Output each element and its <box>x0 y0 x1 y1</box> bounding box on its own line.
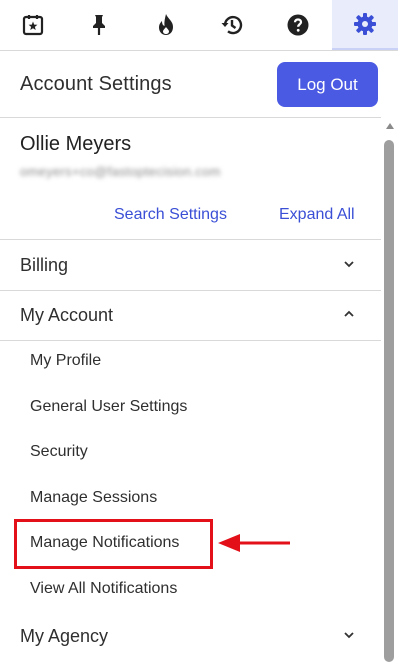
manage-sessions-link[interactable]: Manage Sessions <box>30 489 157 507</box>
page-title: Account Settings <box>20 73 172 95</box>
my-profile-link[interactable]: My Profile <box>30 352 101 370</box>
arrow-left-icon <box>218 534 290 552</box>
help-icon <box>287 14 309 36</box>
view-all-notifications-link[interactable]: View All Notifications <box>30 580 177 598</box>
user-email: omeyers+co@fastoptecision.com <box>20 164 221 179</box>
section-billing-label: Billing <box>20 255 69 275</box>
scroll-up-arrow-icon[interactable] <box>385 122 395 130</box>
tab-trending[interactable] <box>133 0 199 50</box>
scrollbar-thumb[interactable] <box>384 140 394 662</box>
search-settings-link[interactable]: Search Settings <box>114 206 227 224</box>
chevron-up-icon <box>344 310 354 317</box>
highlight-box <box>14 519 213 569</box>
chevron-down-icon <box>344 632 354 639</box>
section-my-account-label: My Account <box>20 305 114 325</box>
flame-icon <box>158 14 173 35</box>
gear-icon <box>353 13 376 35</box>
expand-all-link[interactable]: Expand All <box>279 206 355 224</box>
history-icon <box>221 15 243 35</box>
scrollbar[interactable] <box>381 118 398 662</box>
section-my-agency-label: My Agency <box>20 626 109 646</box>
calendar-star-icon <box>23 15 44 36</box>
security-link[interactable]: Security <box>30 443 88 461</box>
general-user-settings-link[interactable]: General User Settings <box>30 398 187 416</box>
tab-help[interactable] <box>265 0 331 50</box>
user-name: Ollie Meyers <box>20 133 132 155</box>
settings-header: Account Settings Log Out <box>0 51 381 118</box>
section-my-agency[interactable]: My Agency <box>0 612 381 662</box>
user-info: Ollie Meyers omeyers+co@fastoptecision.c… <box>0 118 381 240</box>
tab-pin[interactable] <box>66 0 132 50</box>
chevron-down-icon <box>344 261 354 268</box>
tab-settings[interactable] <box>331 0 398 50</box>
tab-calendar[interactable] <box>0 0 66 50</box>
section-my-account[interactable]: My Account <box>0 291 381 341</box>
top-toolbar <box>0 0 398 51</box>
pin-icon <box>93 15 106 35</box>
logout-button[interactable]: Log Out <box>277 62 378 107</box>
section-billing[interactable]: Billing <box>0 241 381 291</box>
tab-history[interactable] <box>199 0 265 50</box>
